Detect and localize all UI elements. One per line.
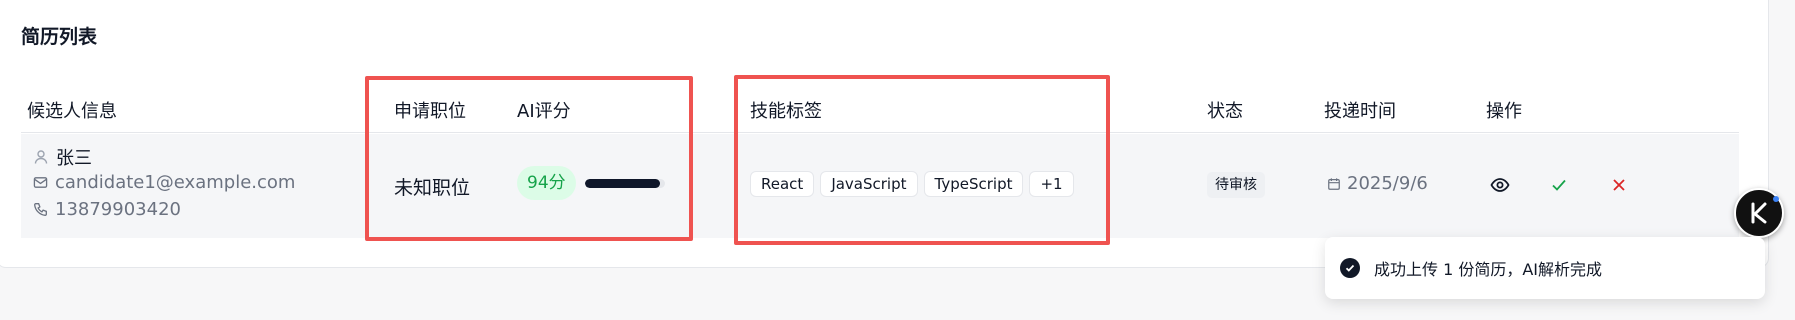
- view-button[interactable]: [1487, 172, 1513, 198]
- phone-icon: [34, 203, 47, 216]
- approve-button[interactable]: [1546, 172, 1572, 198]
- ai-score-badge: 94分: [517, 166, 576, 200]
- candidate-name-text: 张三: [56, 148, 92, 169]
- header-ai-score: AI评分: [517, 101, 571, 122]
- toast-message: 成功上传 1 份简历，AI解析完成: [1374, 260, 1603, 279]
- table-header: 候选人信息 申请职位 AI评分 技能标签 状态 投递时间 操作: [21, 83, 1739, 133]
- header-actions: 操作: [1486, 101, 1522, 122]
- submission-date-text: 2025/9/6: [1347, 173, 1428, 194]
- header-date: 投递时间: [1324, 101, 1396, 122]
- notification-dot: [1773, 196, 1779, 202]
- table-row[interactable]: 张三 candidate1@example.com 13879903420 未知…: [21, 134, 1739, 238]
- submission-date: 2025/9/6: [1327, 173, 1428, 194]
- status-badge: 待审核: [1207, 172, 1265, 198]
- header-position: 申请职位: [394, 101, 466, 122]
- applied-position: 未知职位: [394, 177, 471, 199]
- ai-score-progress-fill: [585, 179, 661, 188]
- floating-assistant-button[interactable]: [1734, 188, 1784, 238]
- header-candidate: 候选人信息: [27, 101, 117, 122]
- skill-tag: TypeScript: [923, 171, 1024, 197]
- skill-tags: React JavaScript TypeScript +1: [750, 171, 1074, 197]
- skill-tag-more: +1: [1029, 171, 1074, 197]
- candidate-email-text: candidate1@example.com: [55, 172, 296, 193]
- user-icon: [34, 150, 48, 164]
- ai-score-progress: [585, 179, 665, 188]
- mail-icon: [33, 177, 48, 188]
- toast-notification: 成功上传 1 份简历，AI解析完成: [1325, 237, 1765, 299]
- header-status: 状态: [1207, 101, 1243, 122]
- check-circle-icon: [1340, 258, 1360, 278]
- eye-icon: [1490, 178, 1510, 192]
- page-title: 简历列表: [21, 26, 98, 48]
- candidate-email: candidate1@example.com: [33, 172, 295, 193]
- candidate-phone: 13879903420: [33, 199, 181, 220]
- check-icon: [1552, 179, 1566, 191]
- header-skills: 技能标签: [750, 101, 822, 122]
- close-icon: [1613, 179, 1625, 191]
- candidate-name: 张三: [33, 144, 92, 170]
- reject-button[interactable]: [1606, 172, 1632, 198]
- candidate-phone-text: 13879903420: [55, 199, 181, 220]
- skill-tag: JavaScript: [820, 171, 918, 197]
- calendar-icon: [1328, 177, 1340, 190]
- skill-tag: React: [750, 171, 815, 197]
- k-logo-icon: [1751, 202, 1767, 224]
